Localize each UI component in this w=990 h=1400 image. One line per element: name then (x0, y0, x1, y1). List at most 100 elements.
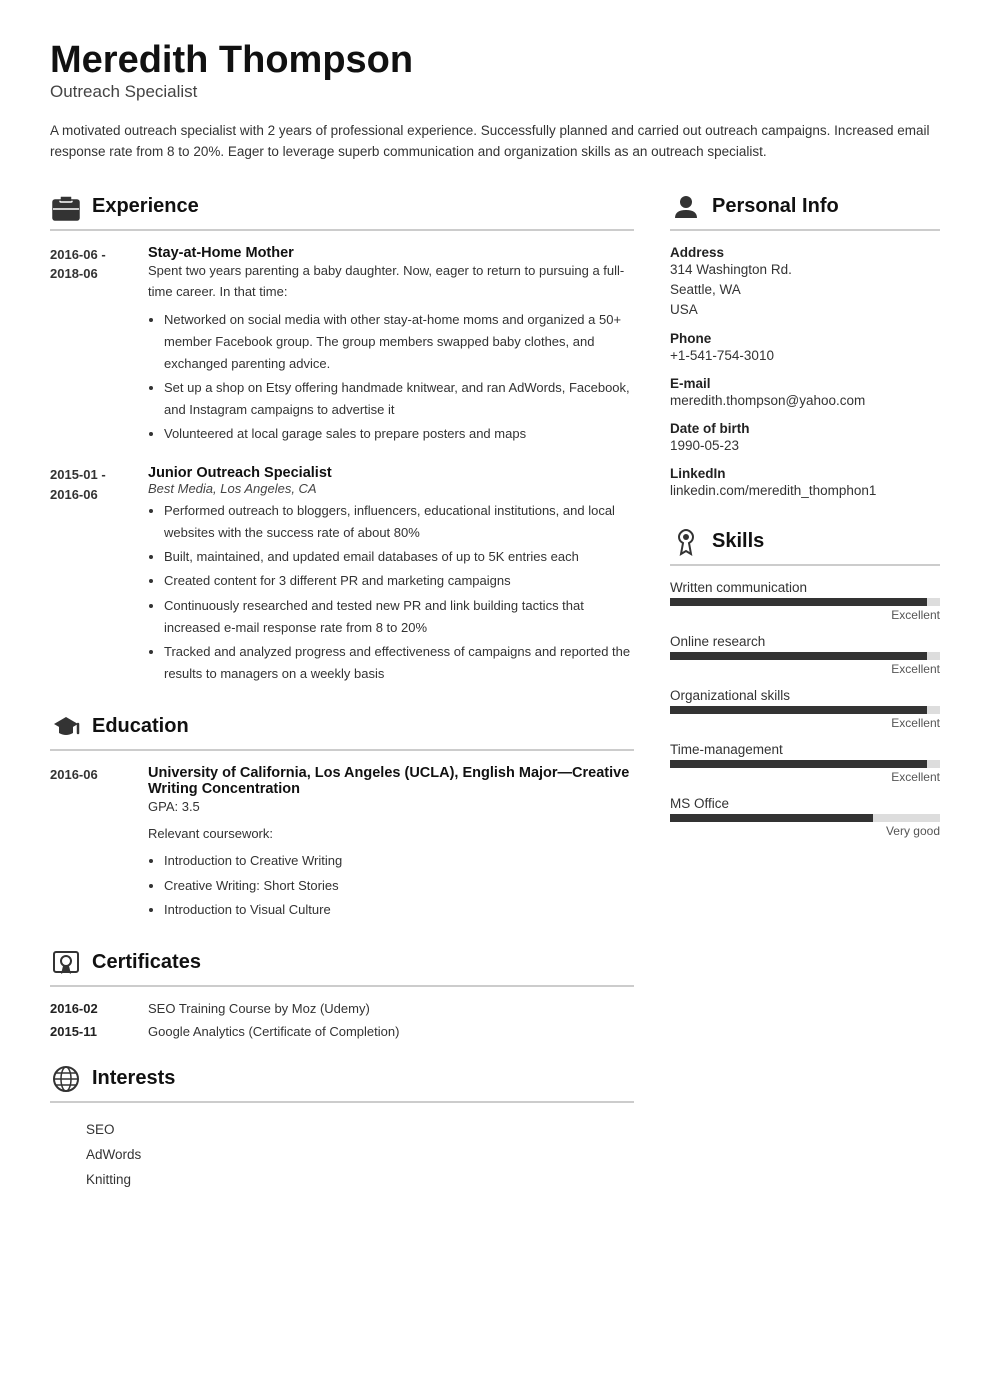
resume-header: Meredith Thompson Outreach Specialist A … (50, 40, 940, 163)
skill-row-1: Written communication Excellent (670, 580, 940, 622)
edu1-bullet-2: Creative Writing: Short Stories (164, 875, 634, 897)
phone-field: Phone +1-541-754-3010 (670, 331, 940, 366)
exp1-bullet-2: Set up a shop on Etsy offering handmade … (164, 377, 634, 421)
experience-icon (50, 191, 82, 223)
interests-title: Interests (92, 1067, 175, 1090)
email-label: E-mail (670, 376, 940, 391)
phone-label: Phone (670, 331, 940, 346)
skill1-name: Written communication (670, 580, 940, 595)
candidate-name: Meredith Thompson (50, 40, 940, 82)
exp2-title: Junior Outreach Specialist (148, 465, 634, 481)
candidate-title: Outreach Specialist (50, 82, 940, 102)
interests-section: Interests SEO AdWords Knitting (50, 1063, 634, 1192)
exp1-date: 2016-06 - 2018-06 (50, 245, 130, 447)
exp1-desc: Spent two years parenting a baby daughte… (148, 261, 634, 303)
dob-field: Date of birth 1990-05-23 (670, 421, 940, 456)
skill2-fill (670, 652, 927, 660)
experience-entry-2: 2015-01 - 2016-06 Junior Outreach Specia… (50, 465, 634, 687)
personal-info-section: Personal Info Address 314 Washington Rd.… (670, 191, 940, 502)
edu1-bullets: Introduction to Creative Writing Creativ… (148, 850, 634, 920)
exp2-bullet-2: Built, maintained, and updated email dat… (164, 546, 634, 568)
certificates-section: Certificates 2016-02 SEO Training Course… (50, 947, 634, 1039)
skill-row-2: Online research Excellent (670, 634, 940, 676)
address-label: Address (670, 245, 940, 260)
experience-header: Experience (50, 191, 634, 231)
edu1-bullet-1: Introduction to Creative Writing (164, 850, 634, 872)
email-field: E-mail meredith.thompson@yahoo.com (670, 376, 940, 411)
personal-info-title: Personal Info (712, 195, 839, 218)
personal-info-header: Personal Info (670, 191, 940, 231)
interest-item-1: SEO (50, 1117, 634, 1142)
exp2-bullets: Performed outreach to bloggers, influenc… (148, 500, 634, 685)
skills-title: Skills (712, 530, 764, 553)
skill3-name: Organizational skills (670, 688, 940, 703)
interests-icon (50, 1063, 82, 1095)
experience-entry-1: 2016-06 - 2018-06 Stay-at-Home Mother Sp… (50, 245, 634, 447)
experience-section: Experience 2016-06 - 2018-06 Stay-at-Hom… (50, 191, 634, 687)
skill1-fill (670, 598, 927, 606)
education-header: Education (50, 711, 634, 751)
right-column: Personal Info Address 314 Washington Rd.… (670, 191, 940, 1216)
education-section: Education 2016-06 University of Californ… (50, 711, 634, 923)
exp2-date: 2015-01 - 2016-06 (50, 465, 130, 687)
left-column: Experience 2016-06 - 2018-06 Stay-at-Hom… (50, 191, 634, 1216)
exp1-bullets: Networked on social media with other sta… (148, 309, 634, 446)
edu1-date: 2016-06 (50, 765, 130, 923)
exp2-bullet-4: Continuously researched and tested new P… (164, 595, 634, 639)
skill-row-5: MS Office Very good (670, 796, 940, 838)
cert2-name: Google Analytics (Certificate of Complet… (148, 1024, 399, 1039)
certificates-header: Certificates (50, 947, 634, 987)
cert1-name: SEO Training Course by Moz (Udemy) (148, 1001, 370, 1016)
cert1-date: 2016-02 (50, 1001, 130, 1016)
personal-info-icon (670, 191, 702, 223)
education-title: Education (92, 715, 189, 738)
skill2-name: Online research (670, 634, 940, 649)
skill4-name: Time-management (670, 742, 940, 757)
dob-value: 1990-05-23 (670, 436, 940, 456)
certificates-icon (50, 947, 82, 979)
skills-header: Skills (670, 526, 940, 566)
exp2-bullet-5: Tracked and analyzed progress and effect… (164, 641, 634, 685)
address-field: Address 314 Washington Rd. Seattle, WA U… (670, 245, 940, 321)
interests-header: Interests (50, 1063, 634, 1103)
skill-row-4: Time-management Excellent (670, 742, 940, 784)
skill5-bar (670, 814, 940, 822)
certificates-title: Certificates (92, 951, 201, 974)
linkedin-value: linkedin.com/meredith_thomphon1 (670, 481, 940, 501)
dob-label: Date of birth (670, 421, 940, 436)
skills-icon (670, 526, 702, 558)
skill2-bar (670, 652, 940, 660)
skill3-fill (670, 706, 927, 714)
edu1-content: University of California, Los Angeles (U… (148, 765, 634, 923)
experience-title: Experience (92, 195, 199, 218)
skill5-name: MS Office (670, 796, 940, 811)
email-value: meredith.thompson@yahoo.com (670, 391, 940, 411)
exp1-title: Stay-at-Home Mother (148, 245, 634, 261)
interest-item-3: Knitting (50, 1167, 634, 1192)
linkedin-label: LinkedIn (670, 466, 940, 481)
exp2-bullet-1: Performed outreach to bloggers, influenc… (164, 500, 634, 544)
education-entry-1: 2016-06 University of California, Los An… (50, 765, 634, 923)
candidate-summary: A motivated outreach specialist with 2 y… (50, 120, 940, 163)
skill3-bar (670, 706, 940, 714)
exp2-content: Junior Outreach Specialist Best Media, L… (148, 465, 634, 687)
skill5-fill (670, 814, 873, 822)
skill4-fill (670, 760, 927, 768)
skill3-rating: Excellent (670, 716, 940, 730)
exp1-content: Stay-at-Home Mother Spent two years pare… (148, 245, 634, 447)
address-value: 314 Washington Rd. Seattle, WA USA (670, 260, 940, 321)
skill4-bar (670, 760, 940, 768)
linkedin-field: LinkedIn linkedin.com/meredith_thomphon1 (670, 466, 940, 501)
edu1-title: University of California, Los Angeles (U… (148, 765, 634, 797)
edu1-bullet-3: Introduction to Visual Culture (164, 899, 634, 921)
skill1-bar (670, 598, 940, 606)
exp1-bullet-3: Volunteered at local garage sales to pre… (164, 423, 634, 445)
cert2-date: 2015-11 (50, 1024, 130, 1039)
main-layout: Experience 2016-06 - 2018-06 Stay-at-Hom… (50, 191, 940, 1216)
education-icon (50, 711, 82, 743)
phone-value: +1-541-754-3010 (670, 346, 940, 366)
skill-row-3: Organizational skills Excellent (670, 688, 940, 730)
skills-section: Skills Written communication Excellent O… (670, 526, 940, 838)
skill2-rating: Excellent (670, 662, 940, 676)
edu1-gpa: GPA: 3.5 (148, 797, 634, 818)
